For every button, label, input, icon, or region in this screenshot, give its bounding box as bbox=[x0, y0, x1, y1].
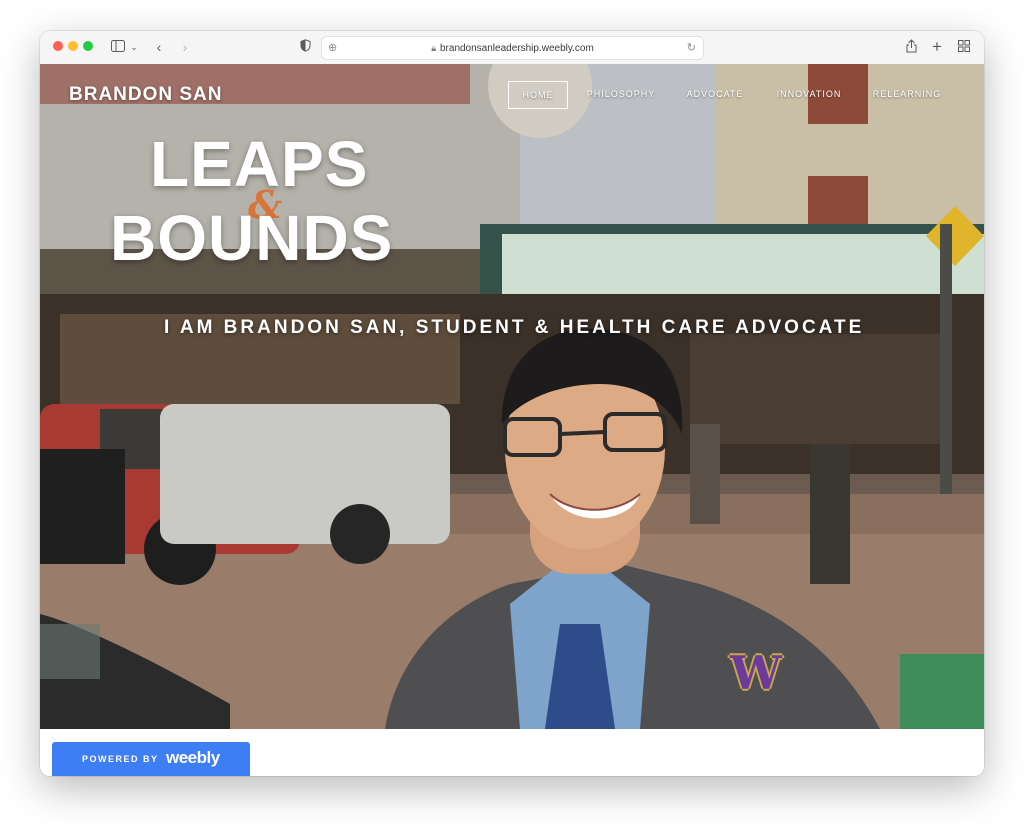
nav-item-philosophy[interactable]: PHILOSOPHY bbox=[580, 81, 662, 107]
chevron-down-icon[interactable]: ⌄ bbox=[129, 39, 139, 55]
sidebar-toggle-icon[interactable] bbox=[110, 39, 126, 55]
powered-by-label: POWERED BY bbox=[82, 754, 159, 764]
nav-item-advocate[interactable]: ADVOCATE bbox=[678, 81, 752, 107]
minimize-window-button[interactable] bbox=[68, 41, 78, 51]
close-window-button[interactable] bbox=[53, 41, 63, 51]
logo-bounds-text: BOUNDS bbox=[110, 202, 394, 274]
address-bar[interactable]: ⊕ 🔒︎ brandonsanleadership.weebly.com ↻ bbox=[321, 36, 704, 60]
nav-item-home[interactable]: HOME bbox=[508, 81, 568, 109]
page-footer: POWERED BY weebly bbox=[40, 729, 984, 776]
site-settings-icon[interactable]: ⊕ bbox=[328, 37, 337, 59]
site-title[interactable]: BRANDON SAN bbox=[69, 84, 223, 106]
address-url: brandonsanleadership.weebly.com bbox=[439, 43, 594, 54]
nav-item-innovation[interactable]: INNOVATION bbox=[768, 81, 850, 107]
new-tab-icon[interactable]: + bbox=[930, 38, 944, 55]
lock-icon: 🔒︎ bbox=[431, 43, 436, 53]
zoom-window-button[interactable] bbox=[83, 41, 93, 51]
forward-icon[interactable]: › bbox=[178, 39, 192, 55]
browser-toolbar: ⌄ ‹ › ⊕ 🔒︎ brandonsanleadership.weebly.co… bbox=[40, 31, 984, 65]
back-icon[interactable]: ‹ bbox=[152, 39, 166, 55]
shield-icon[interactable] bbox=[298, 39, 312, 55]
powered-by-weebly-button[interactable]: POWERED BY weebly bbox=[52, 742, 250, 776]
weebly-logo: weebly bbox=[166, 748, 220, 767]
browser-window: ⌄ ‹ › ⊕ 🔒︎ brandonsanleadership.weebly.co… bbox=[40, 31, 984, 776]
tab-overview-icon[interactable] bbox=[957, 39, 971, 55]
jacket-w-logo: W bbox=[730, 646, 782, 700]
share-icon[interactable] bbox=[904, 39, 918, 55]
reload-icon[interactable]: ↻ bbox=[687, 37, 696, 59]
nav-item-relearning[interactable]: RELEARNING bbox=[866, 81, 948, 107]
hero-tagline: I AM BRANDON SAN, STUDENT & HEALTH CARE … bbox=[164, 317, 865, 338]
hero-section: W BRANDON SAN HOME PHILOSOPHY ADVOCATE I… bbox=[40, 64, 984, 729]
